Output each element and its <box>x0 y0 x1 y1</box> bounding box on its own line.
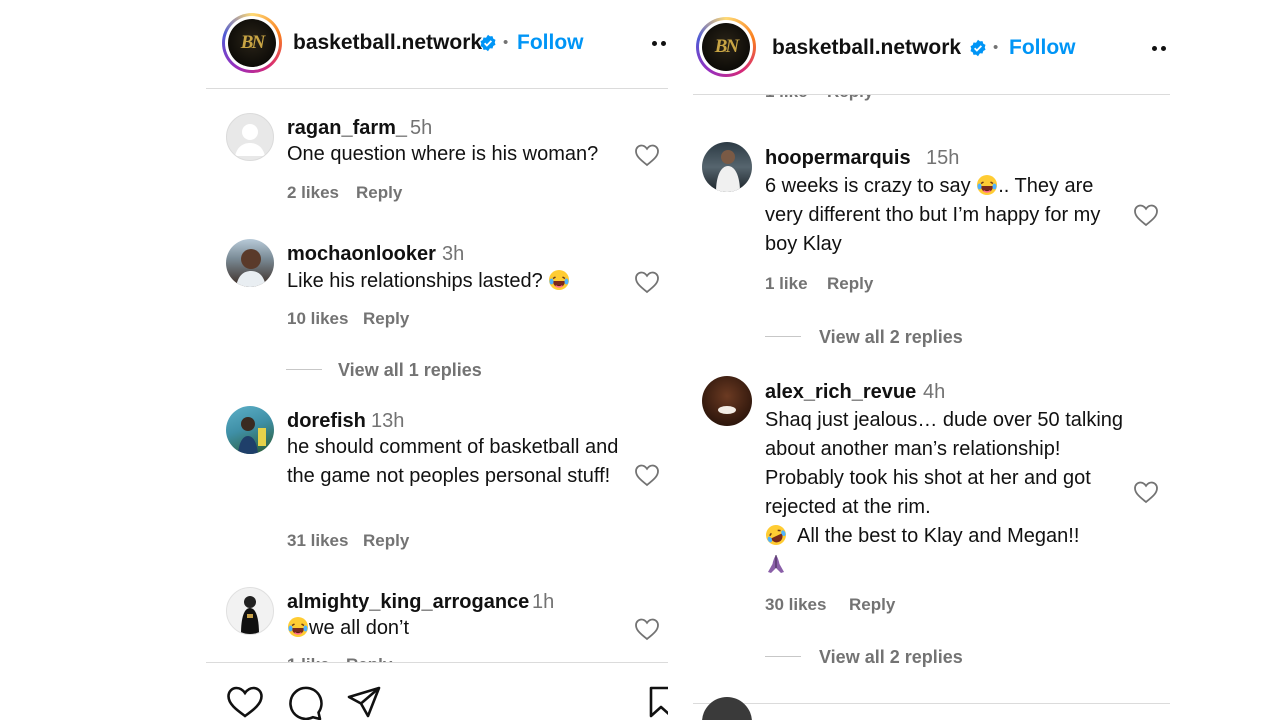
comment-time: 3h <box>442 243 465 265</box>
heart-icon[interactable] <box>634 463 660 487</box>
more-options-icon[interactable] <box>649 34 668 54</box>
account-username[interactable]: basketball.network <box>293 31 482 55</box>
view-replies-button[interactable]: View all 2 replies <box>819 647 963 668</box>
comment-username[interactable]: alex_rich_revue <box>765 381 916 404</box>
comment-likes[interactable]: 31 likes <box>287 531 348 551</box>
comment-text: we all don’t <box>287 614 409 643</box>
verified-badge-icon <box>480 34 496 52</box>
commenter-avatar[interactable] <box>702 376 752 426</box>
laughing-tears-emoji <box>288 617 308 637</box>
laughing-tears-emoji <box>977 175 998 195</box>
comment-text: One question where is his woman? <box>287 143 599 165</box>
bookmark-icon[interactable] <box>648 685 668 719</box>
praying-hands-emoji <box>768 555 784 573</box>
comment-time: 5h <box>410 117 433 139</box>
heart-icon[interactable] <box>1133 480 1159 504</box>
follow-button[interactable]: Follow <box>1009 36 1076 60</box>
account-username[interactable]: basketball.network <box>772 36 961 60</box>
post-header: BN basketball.network • Follow <box>206 0 668 89</box>
post-header: BN basketball.network • Follow <box>693 0 1170 95</box>
laughing-tears-emoji <box>549 270 570 290</box>
verified-badge-icon <box>970 39 986 57</box>
send-icon[interactable] <box>346 685 382 719</box>
replies-divider <box>765 336 801 337</box>
reply-button[interactable]: Reply <box>363 531 409 551</box>
comment-username[interactable]: almighty_king_arrogance <box>287 591 529 614</box>
account-avatar[interactable]: BN <box>222 13 282 73</box>
commenter-avatar[interactable] <box>702 697 752 720</box>
heart-icon[interactable] <box>634 143 660 167</box>
comment-username[interactable]: dorefish <box>287 410 366 433</box>
comment-likes[interactable]: 1 like <box>765 274 808 294</box>
account-logo: BN <box>240 32 265 53</box>
commenter-avatar[interactable] <box>226 113 274 161</box>
more-options-icon[interactable] <box>1149 39 1170 59</box>
replies-divider <box>765 656 801 657</box>
comment-time: 15h <box>926 147 960 169</box>
divider <box>693 703 1170 704</box>
comment-text: Like his relationships lasted? <box>287 267 570 296</box>
follow-button[interactable]: Follow <box>517 31 584 55</box>
comment-username[interactable]: ragan_farm_ <box>287 117 407 140</box>
comment-time: 13h <box>371 410 405 432</box>
separator-dot: • <box>993 39 999 56</box>
reply-button[interactable]: Reply <box>849 595 895 615</box>
comment-bubble-icon[interactable] <box>287 685 323 720</box>
view-replies-button[interactable]: View all 1 replies <box>338 360 482 381</box>
rolling-laughing-emoji <box>766 525 786 545</box>
comment-likes[interactable]: 30 likes <box>765 595 826 615</box>
replies-divider <box>286 369 322 370</box>
separator-dot: • <box>503 34 509 51</box>
view-replies-button[interactable]: View all 2 replies <box>819 327 963 348</box>
comment-likes[interactable]: 10 likes <box>287 309 348 329</box>
heart-icon[interactable] <box>634 270 660 294</box>
comment-time: 4h <box>923 381 946 403</box>
commenter-avatar[interactable] <box>226 406 274 454</box>
account-avatar[interactable]: BN <box>696 17 756 77</box>
heart-icon[interactable] <box>226 685 264 719</box>
commenter-avatar[interactable] <box>226 239 274 287</box>
post-action-bar <box>206 662 668 720</box>
heart-icon[interactable] <box>1133 203 1159 227</box>
heart-icon[interactable] <box>634 617 660 641</box>
left-post-panel: BN basketball.network • Follow ragan_far… <box>206 0 668 720</box>
comment-text: Shaq just jealous… dude over 50 talking … <box>765 406 1125 580</box>
reply-button[interactable]: Reply <box>363 309 409 329</box>
reply-button[interactable]: Reply <box>356 183 402 203</box>
commenter-avatar[interactable] <box>702 142 752 192</box>
right-post-panel: 1 like Reply BN basketball.network • Fol… <box>693 0 1170 720</box>
account-logo: BN <box>714 36 739 57</box>
reply-button[interactable]: Reply <box>827 274 873 294</box>
comment-text: he should comment of basketball and the … <box>287 436 619 487</box>
comment-username[interactable]: mochaonlooker <box>287 243 436 266</box>
comment-text: 6 weeks is crazy to say .. They are very… <box>765 175 1101 255</box>
commenter-avatar[interactable] <box>226 587 274 635</box>
comment-time: 1h <box>532 591 555 613</box>
comment-username[interactable]: hoopermarquis <box>765 147 911 170</box>
comment-likes[interactable]: 2 likes <box>287 183 339 203</box>
